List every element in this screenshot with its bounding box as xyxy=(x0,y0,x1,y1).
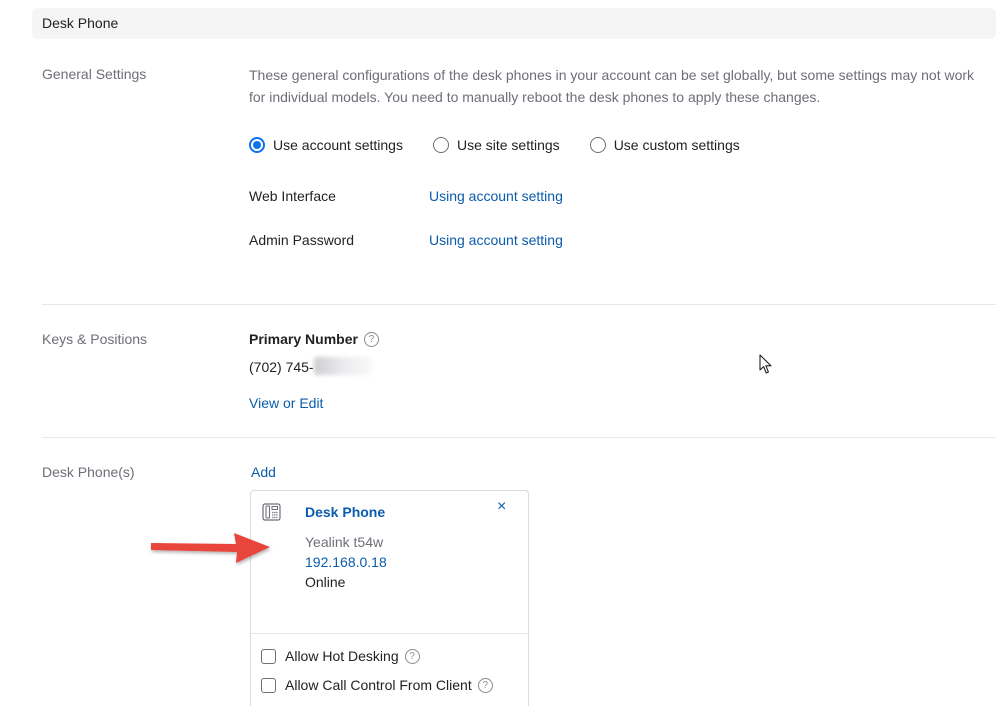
primary-number-title-text: Primary Number xyxy=(249,331,358,347)
divider xyxy=(42,304,996,305)
settings-source-radio-group: Use account settings Use site settings U… xyxy=(249,137,770,153)
allow-hot-desking-checkbox[interactable] xyxy=(261,648,276,664)
desk-phone-model: Yealink t54w xyxy=(305,534,384,550)
desk-phones-label: Desk Phone(s) xyxy=(42,464,135,480)
add-desk-phone-link[interactable]: Add xyxy=(251,464,276,480)
radio-label: Use custom settings xyxy=(613,137,740,153)
desk-phone-title[interactable]: Desk Phone xyxy=(305,504,385,520)
radio-use-account-settings[interactable]: Use account settings xyxy=(249,137,403,153)
radio-button[interactable] xyxy=(432,137,449,153)
desk-phone-ip-link[interactable]: 192.168.0.18 xyxy=(305,554,387,570)
primary-number-title: Primary Number ? xyxy=(249,331,379,347)
radio-button[interactable] xyxy=(589,137,606,153)
view-or-edit-link[interactable]: View or Edit xyxy=(249,395,323,411)
radio-label: Use account settings xyxy=(273,137,403,153)
desk-phone-status: Online xyxy=(305,574,346,590)
help-icon[interactable]: ? xyxy=(404,648,420,664)
radio-button-checked[interactable] xyxy=(249,137,265,153)
section-title: Desk Phone xyxy=(42,15,119,31)
annotation-arrow-icon xyxy=(151,533,270,563)
mouse-pointer-icon xyxy=(759,354,772,374)
help-icon[interactable]: ? xyxy=(477,677,493,693)
admin-password-link[interactable]: Using account setting xyxy=(429,232,563,248)
web-interface-link[interactable]: Using account setting xyxy=(429,188,563,204)
redacted-blur xyxy=(314,357,372,375)
radio-use-site-settings[interactable]: Use site settings xyxy=(432,137,560,153)
allow-hot-desking-option[interactable]: Allow Hot Desking ? xyxy=(261,648,420,664)
help-icon[interactable]: ? xyxy=(363,331,379,347)
desk-phone-icon xyxy=(262,503,281,521)
admin-password-label: Admin Password xyxy=(249,232,355,248)
primary-number-value: (702) 745- xyxy=(249,359,314,375)
radio-use-custom-settings[interactable]: Use custom settings xyxy=(589,137,740,153)
card-divider xyxy=(251,633,528,634)
allow-call-control-checkbox[interactable] xyxy=(261,677,276,693)
checkbox-label: Allow Call Control From Client xyxy=(285,677,472,693)
allow-call-control-option[interactable]: Allow Call Control From Client ? xyxy=(261,677,493,693)
general-settings-description: These general configurations of the desk… xyxy=(249,67,975,105)
close-icon[interactable]: × xyxy=(497,498,506,516)
divider xyxy=(42,437,996,438)
section-header: Desk Phone xyxy=(32,8,996,39)
keys-positions-label: Keys & Positions xyxy=(42,331,148,347)
radio-label: Use site settings xyxy=(456,137,560,153)
checkbox-label: Allow Hot Desking xyxy=(285,648,399,664)
desk-phone-card: Desk Phone × Yealink t54w 192.168.0.18 O… xyxy=(250,490,529,706)
web-interface-label: Web Interface xyxy=(249,188,336,204)
general-settings-label: General Settings xyxy=(42,66,147,82)
